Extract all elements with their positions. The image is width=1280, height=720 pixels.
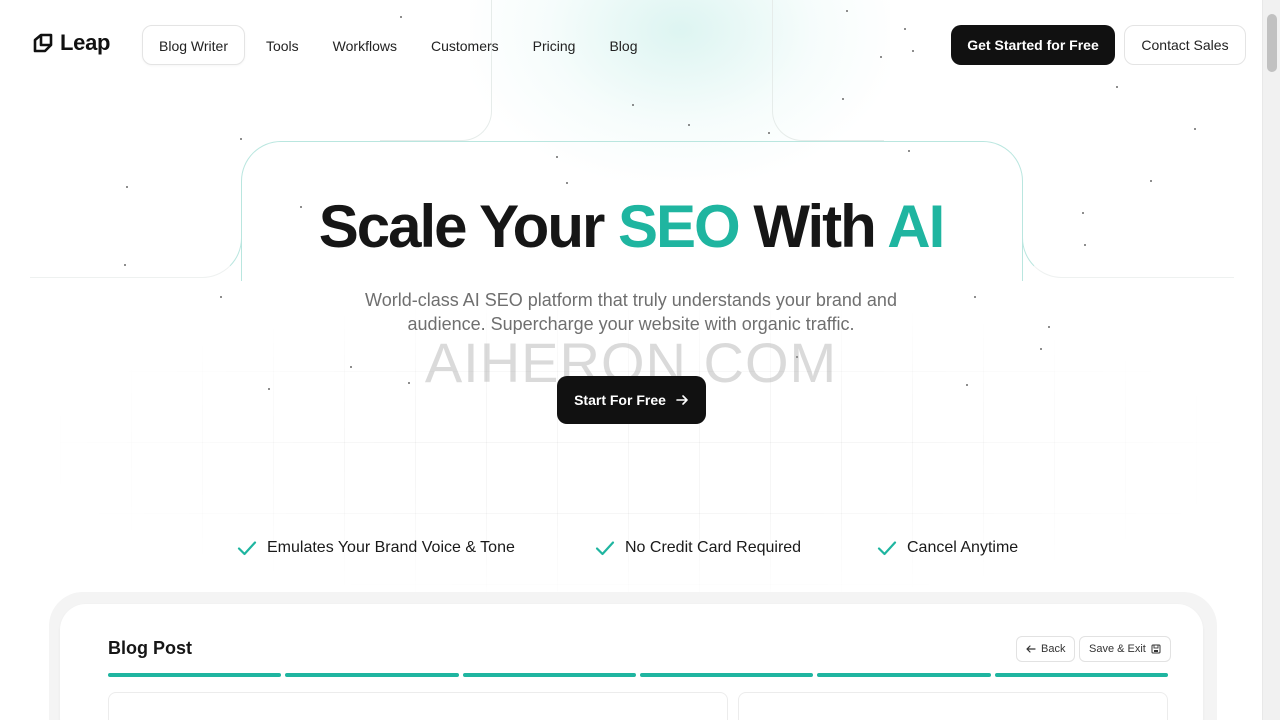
progress-step [817,673,991,677]
hero-title: Scale Your SEO With AI [0,192,1262,261]
scrollbar-thumb[interactable] [1267,14,1277,72]
arrow-left-icon [1026,645,1036,653]
save-icon [1151,644,1161,654]
hero-subtitle: World-class AI SEO platform that truly u… [331,288,931,336]
nav-item-blog-writer[interactable]: Blog Writer [142,25,245,65]
progress-step [285,673,459,677]
scrollbar[interactable] [1262,0,1280,720]
hero-title-part: Scale Your [318,193,619,260]
get-started-button[interactable]: Get Started for Free [951,25,1115,65]
progress-step [108,673,282,677]
main-nav: Blog Writer Tools Workflows Customers Pr… [142,25,655,65]
check-icon [237,541,257,556]
hero-subtitle-line: World-class AI SEO platform that truly u… [365,290,897,310]
back-label: Back [1041,643,1066,655]
hero-title-accent: AI [887,193,945,260]
save-exit-button[interactable]: Save & Exit [1079,636,1171,662]
arrow-right-icon [676,395,688,405]
preview-title: Blog Post [108,638,192,658]
feature-item: No Credit Card Required [595,538,801,558]
check-icon [595,541,615,556]
feature-item: Emulates Your Brand Voice & Tone [237,538,515,558]
site-header: Leap Blog Writer Tools Workflows Custome… [0,0,1262,90]
feature-label: Emulates Your Brand Voice & Tone [267,539,515,556]
progress-steps [108,673,1168,677]
leap-logo-icon [33,33,53,53]
preview-panel-right [738,692,1168,720]
logo[interactable]: Leap [32,30,110,56]
start-for-free-button[interactable]: Start For Free [557,376,706,424]
hero-subtitle-line: audience. Supercharge your website with … [407,314,855,334]
feature-label: No Credit Card Required [625,539,802,556]
check-icon [877,541,897,556]
feature-item: Cancel Anytime [877,538,1018,558]
nav-item-workflows[interactable]: Workflows [316,25,414,65]
start-for-free-label: Start For Free [574,392,666,408]
preview-panel-left [108,692,728,720]
nav-item-blog[interactable]: Blog [592,25,654,65]
hero-title-part: With [738,193,888,260]
progress-step [639,673,814,677]
save-exit-label: Save & Exit [1089,643,1146,655]
progress-step [462,673,636,677]
logo-text: Leap [60,30,111,55]
back-button[interactable]: Back [1016,636,1076,662]
nav-item-pricing[interactable]: Pricing [516,25,593,65]
hero-title-accent: SEO [618,193,741,260]
nav-item-tools[interactable]: Tools [249,25,316,65]
feature-label: Cancel Anytime [907,539,1019,556]
page: Leap Blog Writer Tools Workflows Custome… [0,0,1280,720]
progress-step [994,673,1168,677]
contact-sales-button[interactable]: Contact Sales [1124,25,1246,65]
nav-item-customers[interactable]: Customers [414,25,516,65]
